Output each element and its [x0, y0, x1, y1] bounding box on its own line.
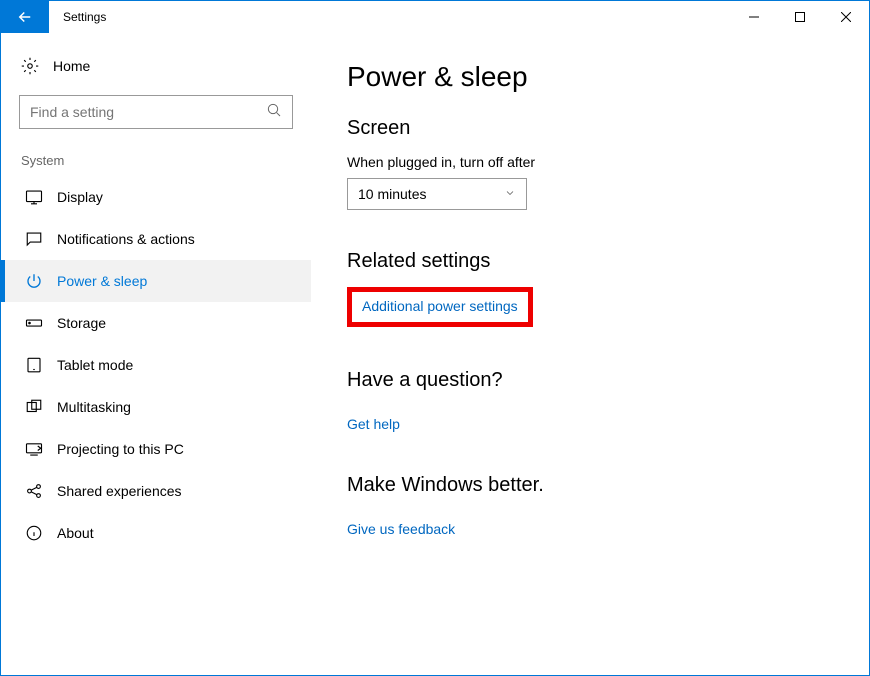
feedback-block: Make Windows better. Give us feedback	[347, 474, 839, 539]
sidebar-item-about[interactable]: About	[1, 512, 311, 554]
content-area: Home System Display	[1, 33, 869, 675]
maximize-icon	[795, 12, 805, 22]
minimize-button[interactable]	[731, 1, 777, 33]
nav-list: Display Notifications & actions Power & …	[1, 176, 311, 554]
sidebar-item-label: Shared experiences	[57, 483, 182, 499]
sidebar-item-projecting[interactable]: Projecting to this PC	[1, 428, 311, 470]
page-title: Power & sleep	[347, 61, 839, 93]
highlight-box: Additional power settings	[347, 287, 533, 327]
give-feedback-link[interactable]: Give us feedback	[347, 521, 455, 537]
sidebar-item-label: Multitasking	[57, 399, 131, 415]
screen-timeout-dropdown[interactable]: 10 minutes	[347, 178, 527, 210]
question-heading: Have a question?	[347, 369, 839, 392]
screen-field-label: When plugged in, turn off after	[347, 154, 839, 170]
home-button[interactable]: Home	[1, 47, 311, 85]
search-icon	[266, 102, 282, 123]
sidebar-item-label: Projecting to this PC	[57, 441, 184, 457]
projecting-icon	[25, 440, 43, 458]
sidebar-item-label: Storage	[57, 315, 106, 331]
better-heading: Make Windows better.	[347, 474, 839, 497]
get-help-link[interactable]: Get help	[347, 416, 400, 432]
tablet-icon	[25, 356, 43, 374]
display-icon	[25, 188, 43, 206]
sidebar-item-multitasking[interactable]: Multitasking	[1, 386, 311, 428]
home-label: Home	[53, 58, 90, 74]
close-button[interactable]	[823, 1, 869, 33]
main-panel: Power & sleep Screen When plugged in, tu…	[311, 33, 869, 675]
notifications-icon	[25, 230, 43, 248]
gear-icon	[21, 57, 39, 75]
chevron-down-icon	[504, 186, 516, 202]
sidebar-item-label: Display	[57, 189, 103, 205]
additional-power-settings-link[interactable]: Additional power settings	[362, 298, 518, 314]
storage-icon	[25, 314, 43, 332]
titlebar: Settings	[1, 1, 869, 33]
window-title: Settings	[49, 1, 106, 33]
sidebar-item-label: Power & sleep	[57, 273, 147, 289]
info-icon	[25, 524, 43, 542]
sidebar-item-label: Notifications & actions	[57, 231, 195, 247]
shared-icon	[25, 482, 43, 500]
sidebar-item-shared-experiences[interactable]: Shared experiences	[1, 470, 311, 512]
sidebar-item-storage[interactable]: Storage	[1, 302, 311, 344]
search-box[interactable]	[19, 95, 293, 129]
sidebar-item-label: About	[57, 525, 94, 541]
section-label: System	[1, 129, 311, 176]
sidebar-item-notifications[interactable]: Notifications & actions	[1, 218, 311, 260]
maximize-button[interactable]	[777, 1, 823, 33]
settings-window: Settings Home	[0, 0, 870, 676]
power-icon	[25, 272, 43, 290]
multitasking-icon	[25, 398, 43, 416]
related-settings-heading: Related settings	[347, 250, 839, 273]
sidebar: Home System Display	[1, 33, 311, 675]
screen-heading: Screen	[347, 117, 839, 140]
window-controls	[731, 1, 869, 33]
sidebar-item-power-sleep[interactable]: Power & sleep	[1, 260, 311, 302]
dropdown-value: 10 minutes	[358, 186, 426, 202]
back-button[interactable]	[1, 1, 49, 33]
close-icon	[841, 12, 851, 22]
sidebar-item-label: Tablet mode	[57, 357, 133, 373]
sidebar-item-display[interactable]: Display	[1, 176, 311, 218]
search-input[interactable]	[30, 104, 266, 120]
minimize-icon	[749, 12, 759, 22]
arrow-left-icon	[16, 8, 34, 26]
question-block: Have a question? Get help	[347, 369, 839, 434]
sidebar-item-tablet-mode[interactable]: Tablet mode	[1, 344, 311, 386]
